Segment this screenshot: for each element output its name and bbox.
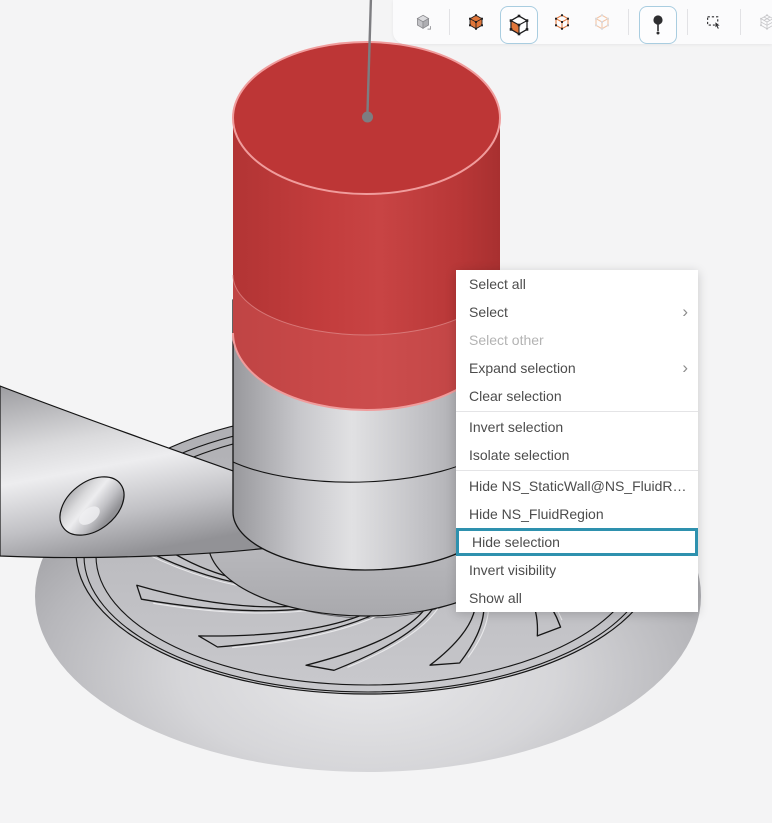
mesh-cube-icon xyxy=(760,14,772,30)
menu-item-label: Hide selection xyxy=(472,534,560,550)
edge-select-icon xyxy=(555,14,569,30)
toolbar-divider xyxy=(740,9,741,35)
box-select-icon xyxy=(707,16,722,30)
menu-item-label: Hide NS_StaticWall@NS_FluidRegion xyxy=(469,478,690,494)
pick-point-button[interactable] xyxy=(639,6,677,44)
menu-item-label: Hide NS_FluidRegion xyxy=(469,506,604,522)
gray-cube-icon xyxy=(416,14,431,30)
menu-item-label: Select all xyxy=(469,276,526,292)
mesh-display-button[interactable] xyxy=(752,7,772,37)
menu-item-label: Select other xyxy=(469,332,544,348)
face-select-button[interactable] xyxy=(500,6,538,44)
menu-item-expand-selection[interactable]: Expand selection › xyxy=(456,354,698,382)
menu-divider xyxy=(456,411,698,412)
submenu-arrow-icon: › xyxy=(682,358,688,377)
toolbar-divider xyxy=(687,9,688,35)
submenu-arrow-icon: › xyxy=(682,302,688,321)
menu-item-invert-visibility[interactable]: Invert visibility xyxy=(456,556,698,584)
volume-select-icon xyxy=(469,14,483,30)
menu-item-clear-selection[interactable]: Clear selection xyxy=(456,382,698,410)
menu-item-label: Invert selection xyxy=(469,419,564,435)
menu-item-label: Show all xyxy=(469,590,522,606)
face-select-icon xyxy=(509,14,529,36)
menu-item-label: Select xyxy=(469,304,508,320)
menu-item-select[interactable]: Select › xyxy=(456,298,698,326)
menu-item-show-all[interactable]: Show all xyxy=(456,584,698,612)
viewer-toolbar xyxy=(393,0,772,44)
edge-select-button[interactable] xyxy=(547,7,577,37)
menu-item-label: Isolate selection xyxy=(469,447,570,463)
toolbar-divider xyxy=(449,9,450,35)
menu-item-isolate-selection[interactable]: Isolate selection xyxy=(456,441,698,469)
vertex-select-icon xyxy=(595,14,609,30)
menu-item-label: Clear selection xyxy=(469,388,562,404)
menu-item-hide-selection[interactable]: Hide selection xyxy=(456,528,698,556)
selection-mode-cube-button[interactable] xyxy=(408,7,438,37)
menu-item-hide-ns-staticwall[interactable]: Hide NS_StaticWall@NS_FluidRegion xyxy=(456,472,698,500)
menu-item-invert-selection[interactable]: Invert selection xyxy=(456,413,698,441)
volume-select-button[interactable] xyxy=(461,7,491,37)
toolbar-divider xyxy=(628,9,629,35)
pin-icon xyxy=(653,15,663,35)
menu-divider xyxy=(456,470,698,471)
menu-item-select-all[interactable]: Select all xyxy=(456,270,698,298)
menu-item-label: Invert visibility xyxy=(469,562,557,578)
menu-item-label: Expand selection xyxy=(469,360,576,376)
context-menu: Select all Select › Select other Expand … xyxy=(456,270,698,612)
menu-item-select-other: Select other xyxy=(456,326,698,354)
menu-item-hide-ns-fluidregion[interactable]: Hide NS_FluidRegion xyxy=(456,500,698,528)
box-select-button[interactable] xyxy=(699,7,729,37)
vertex-select-button[interactable] xyxy=(587,7,617,37)
